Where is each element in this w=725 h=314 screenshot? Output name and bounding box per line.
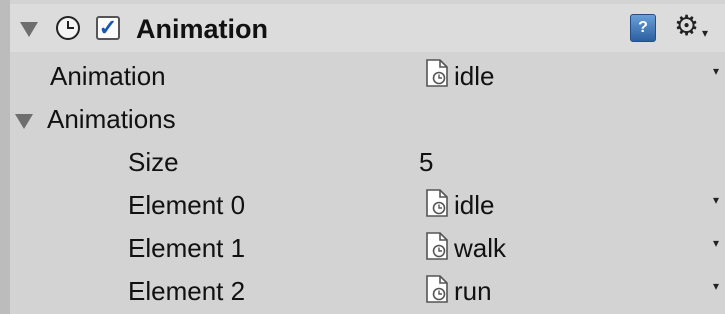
- component-title: Animation: [136, 14, 268, 44]
- size-value-field[interactable]: 5: [419, 147, 433, 178]
- element-0-label: Element 0: [128, 190, 246, 220]
- inspector-panel: ✓ Animation ? ⚙ ▾ Animation idle ▾ Anima…: [0, 0, 725, 314]
- element-1-label: Element 1: [128, 233, 246, 263]
- animation-field-label: Animation: [50, 61, 166, 91]
- panel-left-edge: [0, 0, 10, 314]
- element-0-value[interactable]: idle: [454, 190, 494, 221]
- animation-clip-icon: [426, 59, 448, 87]
- size-label: Size: [128, 147, 179, 177]
- dropdown-arrow-icon[interactable]: ▾: [713, 236, 719, 250]
- component-header[interactable]: ✓ Animation ? ⚙ ▾: [10, 4, 725, 52]
- clock-icon: [56, 16, 80, 40]
- dropdown-arrow-icon[interactable]: ▾: [713, 193, 719, 207]
- gear-caret-icon: ▾: [702, 26, 709, 40]
- help-book-icon[interactable]: ?: [630, 14, 656, 42]
- enabled-checkbox[interactable]: ✓: [96, 16, 120, 40]
- dropdown-arrow-icon[interactable]: ▾: [713, 279, 719, 293]
- animations-foldout-icon[interactable]: [15, 114, 33, 129]
- animations-foldout-label[interactable]: Animations: [47, 104, 176, 135]
- element-2-label: Element 2: [128, 276, 246, 306]
- animation-clip-icon: [426, 232, 448, 260]
- foldout-triangle-icon[interactable]: [20, 22, 38, 37]
- animation-field-value[interactable]: idle: [454, 61, 494, 92]
- animation-clip-icon: [426, 189, 448, 217]
- gear-icon[interactable]: ⚙: [674, 12, 699, 40]
- animation-clip-icon: [426, 275, 448, 303]
- dropdown-arrow-icon[interactable]: ▾: [713, 64, 719, 78]
- element-2-value[interactable]: run: [454, 276, 492, 307]
- element-1-value[interactable]: walk: [454, 233, 506, 264]
